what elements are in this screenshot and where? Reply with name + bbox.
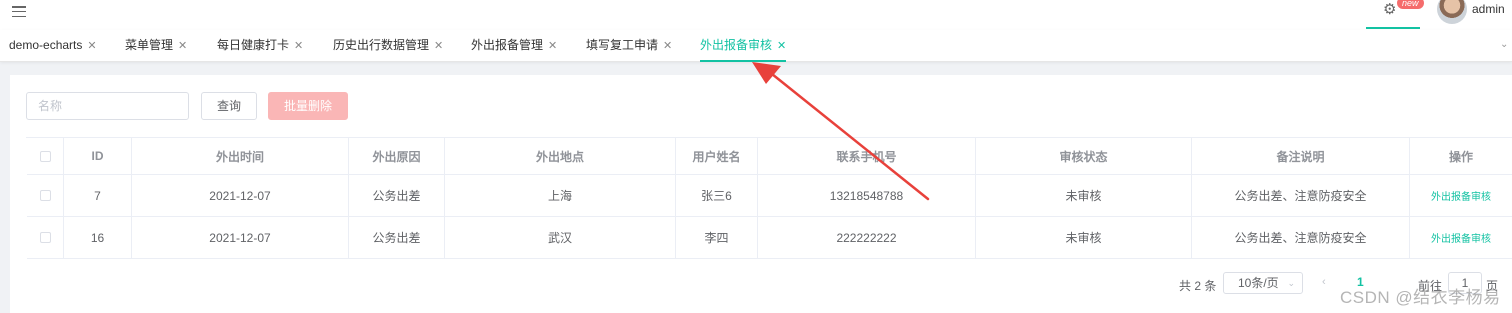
column-header[interactable]: 审核状态 [976,138,1192,175]
cell-user: 李四 [676,217,758,259]
cell-status: 未审核 [976,217,1192,259]
close-icon[interactable]: ✕ [294,40,303,52]
tab-menu-management[interactable]: 菜单管理 ✕ [125,30,187,62]
tab-label: 外出报备审核 [700,38,773,52]
tab-daily-health[interactable]: 每日健康打卡 ✕ [217,30,303,62]
select-all-checkbox[interactable] [39,150,51,162]
cell-action: 外出报备审核 [1410,217,1512,259]
tab-label: 每日健康打卡 [217,38,290,52]
column-header[interactable]: 外出时间 [132,138,349,175]
tab-label: demo-echarts [9,38,83,52]
table-row[interactable]: 16 2021-12-07 公务出差 武汉 李四 222222222 未审核 公… [27,217,1512,259]
batch-delete-button[interactable]: 批量删除 [268,92,348,120]
tab-label: 历史出行数据管理 [333,38,430,52]
review-link[interactable]: 外出报备审核 [1431,188,1491,203]
settings-underline [1366,27,1420,29]
cell-user: 张三6 [676,175,758,217]
close-icon[interactable]: ✕ [178,40,187,52]
select-all-cell [27,138,64,175]
column-header[interactable]: 外出地点 [445,138,676,175]
new-badge: new [1397,0,1424,9]
cell-reason: 公务出差 [349,217,445,259]
cell-id: 7 [64,175,132,217]
tab-label: 外出报备管理 [471,38,544,52]
row-select-cell [27,217,64,259]
cell-remark: 公务出差、注意防疫安全 [1192,175,1410,217]
page-size-value: 10条/页 [1238,276,1279,290]
cell-phone: 222222222 [758,217,976,259]
avatar[interactable] [1437,0,1467,24]
row-checkbox[interactable] [39,190,51,201]
tab-demo-echarts[interactable]: demo-echarts ✕ [9,30,97,62]
tab-travel-history[interactable]: 历史出行数据管理 ✕ [333,30,443,62]
cell-time: 2021-12-07 [132,175,349,217]
tab-label: 填写复工申请 [586,38,659,52]
column-header: 操作 [1410,138,1512,175]
search-input[interactable] [26,92,189,120]
table-row[interactable]: 7 2021-12-07 公务出差 上海 张三6 13218548788 未审核… [27,175,1512,217]
prev-page-icon[interactable]: ‹ [1322,276,1326,288]
tab-outing-report[interactable]: 外出报备管理 ✕ [471,30,557,62]
page-size-select[interactable]: 10条/页 ⌄ [1223,272,1303,294]
close-icon[interactable]: ✕ [434,40,443,52]
cell-phone: 13218548788 [758,175,976,217]
cell-action: 外出报备审核 [1410,175,1512,217]
cell-reason: 公务出差 [349,175,445,217]
close-icon[interactable]: ✕ [548,40,557,52]
column-header[interactable]: 用户姓名 [676,138,758,175]
close-icon[interactable]: ✕ [777,40,786,52]
tab-outing-review[interactable]: 外出报备审核 ✕ [700,30,787,62]
close-icon[interactable]: ✕ [663,40,672,52]
tab-return-to-work[interactable]: 填写复工申请 ✕ [586,30,672,62]
user-name[interactable]: admin [1472,2,1505,16]
cell-place: 武汉 [445,217,676,259]
row-select-cell [27,175,64,217]
watermark: CSDN @结衣李杨易 [1340,288,1501,307]
data-table: ID 外出时间 外出原因 外出地点 用户姓名 联系手机号 审核状态 备注说明 操… [26,137,1512,259]
tabs-bar: demo-echarts ✕ 菜单管理 ✕ 每日健康打卡 ✕ 历史出行数据管理 ✕ 外出… [0,30,1512,62]
top-bar: ⚙ new admin [0,0,1512,30]
table-header-row: ID 外出时间 外出原因 外出地点 用户姓名 联系手机号 审核状态 备注说明 操… [27,138,1512,175]
tab-label: 菜单管理 [125,38,174,52]
chevron-down-icon: ⌄ [1287,278,1295,288]
column-header[interactable]: 联系手机号 [758,138,976,175]
pagination-total: 共 2 条 [1179,279,1217,293]
chevron-down-icon[interactable]: ⌄ [1500,39,1508,50]
cell-id: 16 [64,217,132,259]
cell-time: 2021-12-07 [132,217,349,259]
cell-remark: 公务出差、注意防疫安全 [1192,217,1410,259]
column-header[interactable]: 外出原因 [349,138,445,175]
cell-status: 未审核 [976,175,1192,217]
row-checkbox[interactable] [39,232,51,243]
review-link[interactable]: 外出报备审核 [1431,230,1491,245]
cell-place: 上海 [445,175,676,217]
query-button[interactable]: 查询 [201,92,257,120]
close-icon[interactable]: ✕ [87,40,96,52]
hamburger-icon[interactable] [12,6,26,18]
column-header[interactable]: 备注说明 [1192,138,1410,175]
column-header[interactable]: ID [64,138,132,175]
